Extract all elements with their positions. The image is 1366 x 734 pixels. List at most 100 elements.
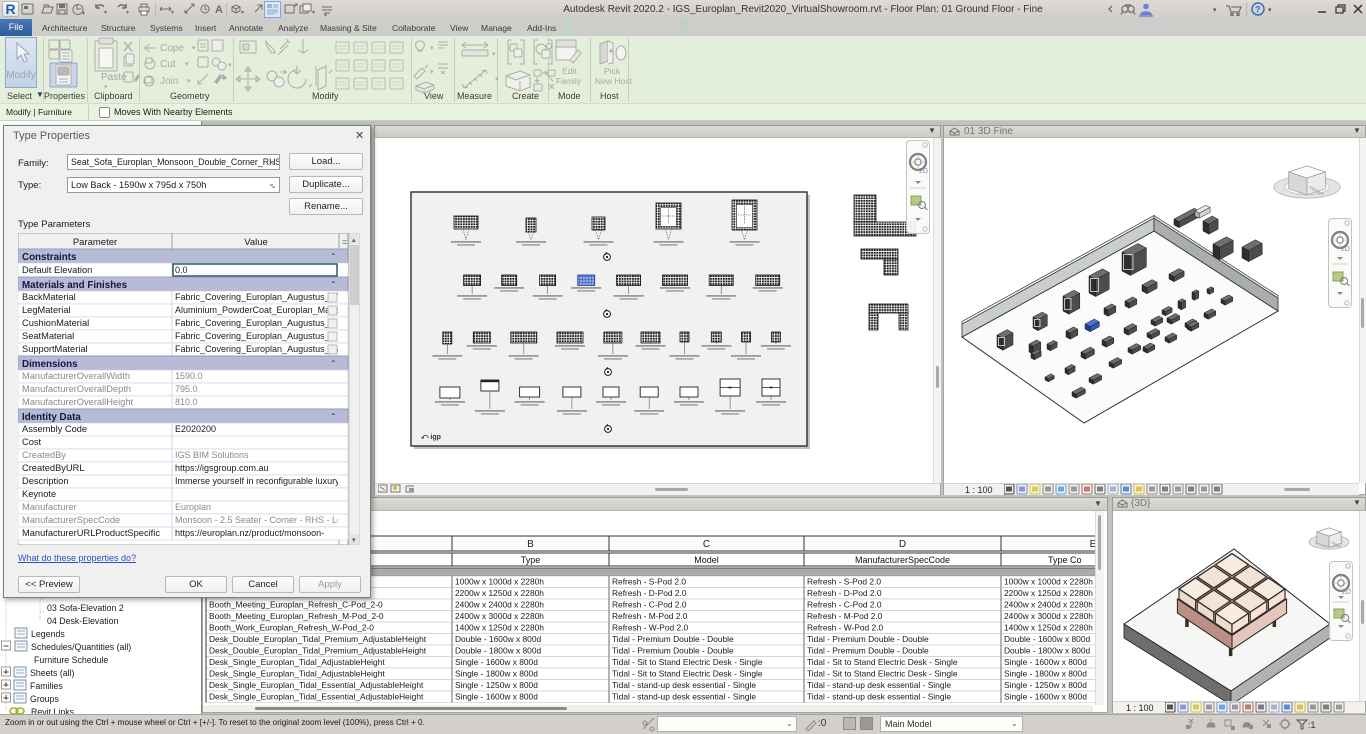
svg-text:Type Co: Type Co xyxy=(1048,555,1082,565)
svg-text:Refresh - S-Pod 2.0: Refresh - S-Pod 2.0 xyxy=(807,577,881,587)
svg-text:Double - 1800w x 800d: Double - 1800w x 800d xyxy=(455,646,541,656)
svg-text:Double - 1600w x 800d: Double - 1600w x 800d xyxy=(455,634,541,644)
svg-text:Cut: Cut xyxy=(160,59,176,70)
svg-text:⌃: ⌃ xyxy=(330,252,337,261)
svg-text:▾: ▾ xyxy=(1268,7,1272,14)
svg-text:Monsoon - 2.5 Seater - Corner: Monsoon - 2.5 Seater - Corner - RHS - Lo… xyxy=(175,515,349,525)
svg-text:▾: ▾ xyxy=(185,61,189,68)
svg-text:Keynote: Keynote xyxy=(22,489,56,499)
svg-text:1400w x 1250d x 2280h: 1400w x 1250d x 2280h xyxy=(455,623,544,633)
svg-text:Double - 1800w x 800d: Double - 1800w x 800d xyxy=(1004,646,1090,656)
svg-text:Aluminium_PowderCoat_Europlan_: Aluminium_PowderCoat_Europlan_Matte xyxy=(175,305,340,315)
svg-text:Tidal - Premium Double - Doubl: Tidal - Premium Double - Double xyxy=(807,646,929,656)
svg-text:Schedules/Quantities (all): Schedules/Quantities (all) xyxy=(31,642,131,652)
svg-text:2400w x 3000d x 2280h: 2400w x 3000d x 2280h xyxy=(1004,611,1093,621)
svg-text:Double - 1600w x 800d: Double - 1600w x 800d xyxy=(1004,634,1090,644)
svg-text:Refresh - M-Pod 2.0: Refresh - M-Pod 2.0 xyxy=(612,611,688,621)
svg-text:⌃: ⌃ xyxy=(330,280,337,289)
svg-text:▾: ▾ xyxy=(495,76,499,83)
svg-text:2200w x 1250d x 2280h: 2200w x 1250d x 2280h xyxy=(455,588,544,598)
svg-text:Manufacturer: Manufacturer xyxy=(22,502,77,512)
svg-text:Refresh - W-Pod 2.0: Refresh - W-Pod 2.0 xyxy=(807,623,884,633)
svg-text::1: :1 xyxy=(1308,720,1316,730)
svg-text:▾: ▾ xyxy=(104,84,108,91)
svg-text:A: A xyxy=(215,4,223,16)
svg-text:Single - 1800w x 800d: Single - 1800w x 800d xyxy=(1004,669,1087,679)
svg-text:Fabric_Covering_Europlan_Augus: Fabric_Covering_Europlan_Augustus_Blus xyxy=(175,331,348,341)
svg-text:SupportMaterial: SupportMaterial xyxy=(22,344,88,354)
svg-text:2D: 2D xyxy=(1342,589,1351,596)
svg-text:E2020200: E2020200 xyxy=(175,424,216,434)
svg-text:LegMaterial: LegMaterial xyxy=(22,305,71,315)
svg-text:Constraints: Constraints xyxy=(22,252,77,263)
svg-text:Value: Value xyxy=(244,237,268,248)
svg-text:Single - 1600w x 800d: Single - 1600w x 800d xyxy=(455,692,538,702)
svg-text:2D: 2D xyxy=(919,168,928,175)
svg-text:Immerse yourself in reconfigur: Immerse yourself in reconfigurable luxur… xyxy=(175,476,341,486)
svg-text:⤺ igp: ⤺ igp xyxy=(421,434,441,441)
svg-text:Single - 1250w x 800d: Single - 1250w x 800d xyxy=(455,680,538,690)
svg-text:Tidal - Premium Double - Doubl: Tidal - Premium Double - Double xyxy=(807,634,929,644)
svg-text:▾: ▾ xyxy=(126,10,129,16)
svg-text:Type: Type xyxy=(521,555,541,565)
svg-text:1590.0: 1590.0 xyxy=(175,371,203,381)
svg-text:SeatMaterial: SeatMaterial xyxy=(22,331,74,341)
svg-text:Booth_Meeting_Europlan_Refresh: Booth_Meeting_Europlan_Refresh_C-Pod_2-0 xyxy=(209,600,383,610)
svg-text:Join: Join xyxy=(160,76,178,87)
svg-text:Tidal - Sit to Stand Electric: Tidal - Sit to Stand Electric Desk - Sin… xyxy=(612,657,763,667)
svg-text:=: = xyxy=(342,237,347,247)
svg-text:D: D xyxy=(899,539,906,550)
svg-text:Tidal - Sit to Stand Electric: Tidal - Sit to Stand Electric Desk - Sin… xyxy=(807,657,958,667)
svg-text:2400w x 2400d x 2280h: 2400w x 2400d x 2280h xyxy=(1004,600,1093,610)
svg-text:Groups: Groups xyxy=(30,694,59,704)
svg-text:⌃: ⌃ xyxy=(330,412,337,421)
svg-text:2D: 2D xyxy=(1341,246,1350,253)
svg-text:ManufacturerOverallWidth: ManufacturerOverallWidth xyxy=(22,371,130,381)
svg-text:Desk_Single_Europlan_Tidal_Ess: Desk_Single_Europlan_Tidal_Essential_Adj… xyxy=(209,680,424,690)
svg-text:Refresh - M-Pod 2.0: Refresh - M-Pod 2.0 xyxy=(807,611,883,621)
svg-text:Assembly Code: Assembly Code xyxy=(22,424,87,434)
svg-text:Tidal - stand-up desk essentia: Tidal - stand-up desk essential - Single xyxy=(612,692,756,702)
svg-text:B: B xyxy=(527,539,534,550)
svg-text:▾: ▾ xyxy=(228,62,232,69)
svg-text:▾: ▾ xyxy=(82,11,85,17)
svg-text:Edit: Edit xyxy=(562,66,577,76)
svg-text:▾: ▾ xyxy=(241,10,244,16)
svg-text:Tidal - Premium Double - Doubl: Tidal - Premium Double - Double xyxy=(612,634,734,644)
svg-text:▾: ▾ xyxy=(187,78,191,85)
svg-text:Furniture Schedule: Furniture Schedule xyxy=(34,655,108,665)
svg-text:Tidal - Premium Double - Doubl: Tidal - Premium Double - Double xyxy=(612,646,734,656)
svg-text:795.0: 795.0 xyxy=(175,384,198,394)
svg-text:1400w x 1250d x 2280h: 1400w x 1250d x 2280h xyxy=(1004,623,1093,633)
svg-text:https://europlan.nz/product/mo: https://europlan.nz/product/monsoon- xyxy=(175,528,324,538)
svg-text:Single - 1600w x 800d: Single - 1600w x 800d xyxy=(1004,657,1087,667)
svg-text:Legends: Legends xyxy=(31,629,65,639)
svg-text:Identity Data: Identity Data xyxy=(22,412,81,423)
svg-text:▾: ▾ xyxy=(430,69,434,76)
svg-text:Sheets (all): Sheets (all) xyxy=(30,668,75,678)
svg-text:Fabric_Covering_Europlan_Augus: Fabric_Covering_Europlan_Augustus_Mar xyxy=(175,344,345,354)
svg-text:▾: ▾ xyxy=(171,10,174,16)
svg-text:https://igsgroup.com.au: https://igsgroup.com.au xyxy=(175,463,269,473)
svg-text:Parameter: Parameter xyxy=(73,237,117,248)
svg-text:ManufacturerURLProductSpecific: ManufacturerURLProductSpecific xyxy=(22,528,160,538)
svg-text:Refresh - C-Pod 2.0: Refresh - C-Pod 2.0 xyxy=(807,600,882,610)
svg-text:2200w x 1250d x 2280h: 2200w x 1250d x 2280h xyxy=(1004,588,1093,598)
svg-text:Single - 1250w x 800d: Single - 1250w x 800d xyxy=(1004,680,1087,690)
svg-text:?: ? xyxy=(1255,5,1261,15)
svg-text:Default Elevation: Default Elevation xyxy=(22,265,92,275)
svg-text:2400w x 3000d x 2280h: 2400w x 3000d x 2280h xyxy=(455,611,544,621)
svg-text:Refresh - D-Pod 2.0: Refresh - D-Pod 2.0 xyxy=(612,588,687,598)
svg-text:Booth_Work_Europlan_Refresh_W-: Booth_Work_Europlan_Refresh_W-Pod_2-0 xyxy=(209,623,374,633)
svg-text:1000w x 1000d x 2280h: 1000w x 1000d x 2280h xyxy=(1004,577,1093,587)
svg-text:New Host: New Host xyxy=(595,76,632,86)
svg-text:Families: Families xyxy=(30,681,63,691)
svg-text:Desk_Double_Europlan_Tidal_Pre: Desk_Double_Europlan_Tidal_Premium_Adjus… xyxy=(209,646,427,656)
svg-text:Single - 1600w x 800d: Single - 1600w x 800d xyxy=(455,657,538,667)
svg-text:Dimensions: Dimensions xyxy=(22,359,78,370)
svg-text:ManufacturerSpecCode: ManufacturerSpecCode xyxy=(22,515,120,525)
svg-text:Model: Model xyxy=(694,555,719,565)
svg-text:▾: ▾ xyxy=(1213,7,1217,14)
svg-text:Refresh - S-Pod 2.0: Refresh - S-Pod 2.0 xyxy=(612,577,686,587)
svg-text:Family: Family xyxy=(556,76,582,86)
